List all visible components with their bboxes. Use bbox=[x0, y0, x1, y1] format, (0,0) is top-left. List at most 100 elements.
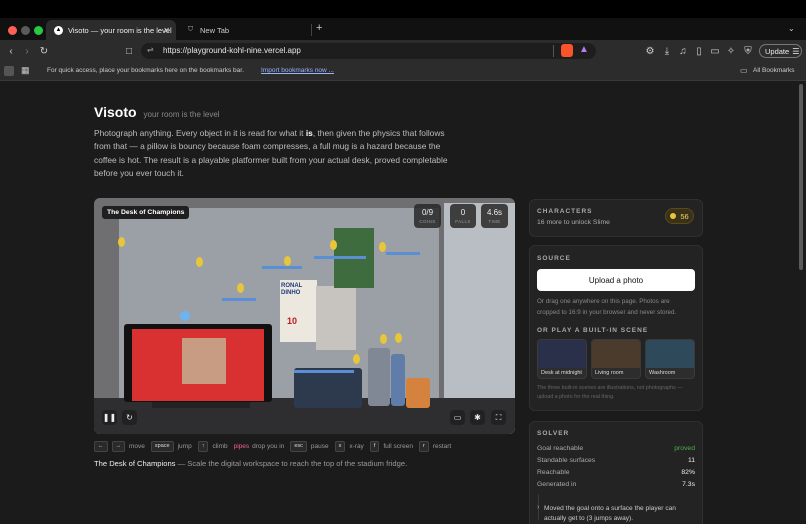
key-label: jump bbox=[177, 443, 192, 450]
scene-thumb-image bbox=[592, 340, 640, 368]
reload-icon[interactable]: ↻ bbox=[37, 44, 51, 58]
key-label: climb bbox=[212, 443, 228, 450]
coin-count-badge[interactable]: 56 bbox=[665, 208, 694, 224]
caption-text: — Scale the digital workspace to reach t… bbox=[175, 459, 408, 468]
poster-text: RONAL DINHO bbox=[281, 283, 303, 296]
address-bar[interactable]: ⇌ https://playground-kohl-nine.vercel.ap… bbox=[141, 43, 596, 59]
characters-subtitle: 16 more to unlock Slime bbox=[537, 219, 610, 226]
game-canvas[interactable]: RONAL DINHO 10 bbox=[94, 198, 515, 434]
scene-thumb-label: Desk at midnight bbox=[541, 370, 582, 376]
solver-note: Moved the goal onto a surface the player… bbox=[544, 505, 676, 522]
key-label: full screen bbox=[383, 443, 413, 450]
bookmarks-hint: For quick access, place your bookmarks h… bbox=[47, 67, 244, 74]
leo-ai-icon[interactable]: ✧ bbox=[724, 44, 738, 58]
scene-caption: The Desk of Champions — Scale the digita… bbox=[94, 459, 407, 468]
game-scene bbox=[94, 198, 515, 434]
update-button[interactable]: Update ☰ bbox=[759, 44, 802, 58]
key-right: → bbox=[111, 441, 125, 452]
solver-row: Generated in 7.3s bbox=[537, 481, 695, 488]
solver-row-value: 82% bbox=[681, 469, 695, 476]
maximize-window-button[interactable] bbox=[34, 26, 43, 35]
tab-active[interactable]: ▲ Visoto — your room is the level ✕ bbox=[46, 20, 176, 40]
intro-paragraph: Photograph anything. Every object in it … bbox=[94, 127, 462, 180]
page-tagline: your room is the level bbox=[143, 110, 220, 119]
downloads-icon[interactable]: ⤓ bbox=[660, 44, 674, 58]
forward-arrow-icon[interactable]: › bbox=[20, 44, 34, 58]
scene-thumb-living[interactable]: Living room bbox=[591, 339, 641, 379]
xray-icon: ▭ bbox=[453, 413, 462, 422]
upload-hint: Or drag one anywhere on this page. Photo… bbox=[537, 298, 677, 316]
tab-list-chevron-icon[interactable]: ⌄ bbox=[788, 24, 795, 33]
fullscreen-icon: ⛶ bbox=[495, 412, 502, 422]
key-space: space bbox=[150, 441, 174, 452]
key-r: r bbox=[418, 441, 429, 452]
site-settings-icon[interactable]: ⇌ bbox=[147, 45, 154, 54]
back-arrow-icon[interactable]: ‹ bbox=[4, 44, 18, 58]
fullscreen-button[interactable]: ⛶ bbox=[491, 410, 506, 425]
xray-button[interactable]: ▭ bbox=[450, 410, 465, 425]
coin bbox=[237, 283, 244, 293]
all-bookmarks[interactable]: All Bookmarks bbox=[753, 67, 795, 74]
solver-row-value: 7.3s bbox=[682, 481, 695, 488]
tab-new[interactable]: ⛉ New Tab bbox=[178, 20, 310, 40]
scene-thumb-label: Living room bbox=[595, 370, 624, 376]
builtin-title: OR PLAY A BUILT-IN SCENE bbox=[537, 327, 649, 334]
coins-stat: 0/9 COINS bbox=[414, 204, 441, 228]
scene-thumb-label: Washroom bbox=[649, 370, 676, 376]
falls-label: FALLS bbox=[455, 219, 471, 224]
brave-shields-icon[interactable] bbox=[561, 44, 573, 57]
import-bookmarks-link[interactable]: Import bookmarks now ... bbox=[261, 67, 334, 74]
poster-number: 10 bbox=[287, 316, 298, 326]
menu-strip bbox=[0, 0, 806, 18]
menu-icon: ☰ bbox=[792, 46, 800, 56]
profile-icon[interactable] bbox=[4, 66, 14, 76]
solver-row-label: Generated in bbox=[537, 481, 577, 488]
bookmark-icon[interactable]: □ bbox=[122, 44, 136, 58]
coin bbox=[395, 333, 402, 343]
key-label: move bbox=[129, 443, 145, 450]
scene-thumb-washroom[interactable]: Washroom bbox=[645, 339, 695, 379]
page-scrollbar[interactable] bbox=[799, 84, 803, 270]
scene-thumb-desk[interactable]: Desk at midnight bbox=[537, 339, 587, 379]
update-label: Update bbox=[765, 46, 790, 56]
caption-title: The Desk of Champions bbox=[94, 459, 176, 468]
extensions-icon[interactable]: ⚙ bbox=[643, 44, 657, 58]
solver-row: Goal reachable proved bbox=[537, 445, 695, 452]
scenes-note: The three built-in scenes are illustrati… bbox=[537, 385, 683, 400]
settings-button[interactable]: ✱ bbox=[470, 410, 485, 425]
url-text[interactable]: https://playground-kohl-nine.vercel.app bbox=[163, 46, 301, 55]
brave-rewards-icon[interactable]: ▲ bbox=[579, 44, 589, 55]
restart-icon: ↻ bbox=[126, 413, 133, 422]
vpn-shield-icon[interactable]: ⛨ bbox=[741, 44, 755, 58]
sidebar-icon[interactable]: ▯ bbox=[692, 44, 706, 58]
solver-row-label: Reachable bbox=[537, 469, 570, 476]
note-chevron-icon[interactable]: › bbox=[537, 504, 539, 511]
apps-grid-icon[interactable]: ▦ bbox=[21, 65, 30, 76]
new-tab-icon[interactable]: + bbox=[316, 22, 322, 34]
intro-text: Photograph anything. Every object in it … bbox=[94, 128, 306, 138]
coin bbox=[353, 354, 360, 364]
characters-title: CHARACTERS bbox=[537, 208, 593, 215]
folder-icon: ▭ bbox=[740, 66, 748, 75]
media-icon[interactable]: ♫ bbox=[676, 44, 690, 58]
url-divider bbox=[553, 45, 554, 57]
tab-divider bbox=[311, 24, 312, 36]
upload-photo-button[interactable]: Upload a photo bbox=[537, 269, 695, 291]
solver-row: Standable surfaces 11 bbox=[537, 457, 695, 464]
coin bbox=[196, 257, 203, 267]
pause-button[interactable]: ❚❚ bbox=[102, 410, 117, 425]
minimize-window-button[interactable] bbox=[21, 26, 30, 35]
coins-value: 0/9 bbox=[421, 208, 434, 217]
wallet-icon[interactable]: ▭ bbox=[708, 44, 722, 58]
restart-button[interactable]: ↻ bbox=[122, 410, 137, 425]
time-stat: 4.6s TIME bbox=[481, 204, 508, 228]
site-favicon-icon: ▲ bbox=[54, 25, 63, 35]
coin-icon bbox=[670, 213, 677, 219]
key-esc: esc bbox=[290, 441, 307, 452]
falls-value: 0 bbox=[460, 208, 466, 217]
close-window-button[interactable] bbox=[8, 26, 17, 35]
close-tab-icon[interactable]: ✕ bbox=[163, 26, 170, 35]
scene-label: The Desk of Champions bbox=[102, 206, 190, 219]
gear-icon: ✱ bbox=[474, 413, 481, 422]
key-f: f bbox=[369, 441, 380, 452]
